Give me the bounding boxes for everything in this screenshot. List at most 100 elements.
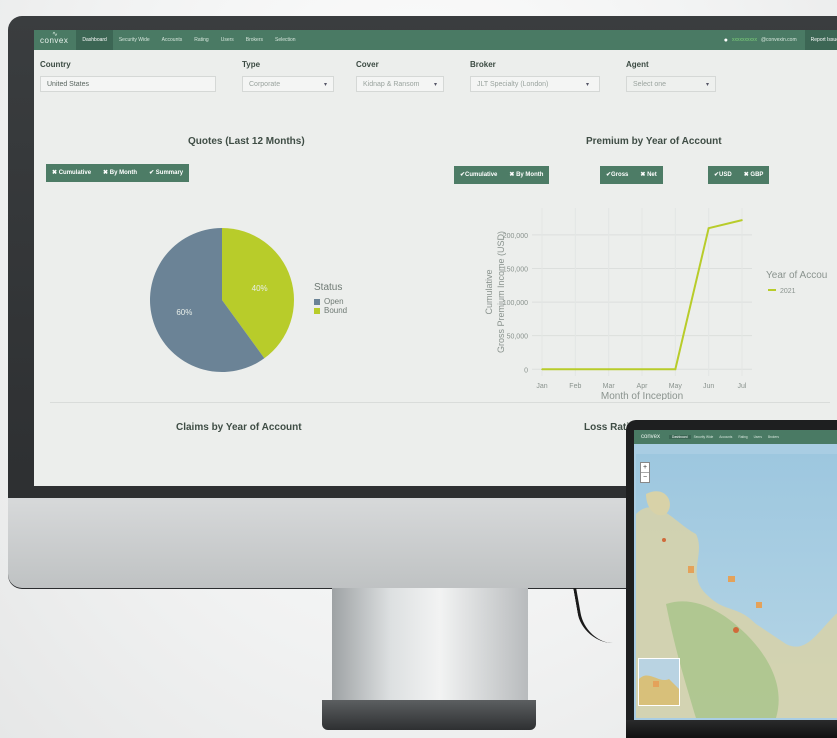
nav-menu: Dashboard Security Wide Accounts Rating … xyxy=(76,30,301,50)
close-icon: ✖ xyxy=(743,172,749,178)
laptop: convex Dashboard Security Wide Accounts … xyxy=(626,420,837,738)
quotes-button-group: ✖ Cumulative ✖ By Month ✔ Summary xyxy=(46,164,190,182)
laptop-screen: convex Dashboard Security Wide Accounts … xyxy=(634,430,837,720)
series-point xyxy=(707,227,710,229)
laptop-nav-security-wide[interactable]: Security Wide xyxy=(691,435,717,439)
open-legend-label: Open xyxy=(324,297,344,306)
gbp-toggle[interactable]: ✖ GBP xyxy=(738,166,770,184)
agent-label: Agent xyxy=(626,60,649,69)
cover-label: Cover xyxy=(356,60,379,69)
type-select[interactable]: Corporate ▾ xyxy=(242,76,334,92)
x-tick-label: Jun xyxy=(703,383,714,390)
y-axis-title-line1: Cumulative xyxy=(484,269,494,314)
x-tick-label: Jul xyxy=(738,383,747,390)
x-tick-label: Jan xyxy=(536,383,547,390)
y-tick-label: 200,000 xyxy=(503,233,528,240)
nav-item-selection[interactable]: Selection xyxy=(269,30,302,50)
premium-line-chart: 0 50,000 100,000 150,000 200,000 Jan Feb Mar Apr… xyxy=(484,208,827,400)
legend-label-2021: 2021 xyxy=(780,288,796,295)
nav-item-accounts[interactable]: Accounts xyxy=(156,30,189,50)
broker-value: JLT Specialty (London) xyxy=(477,81,549,88)
section-divider xyxy=(50,402,830,403)
quotes-title: Quotes (Last 12 Months) xyxy=(188,136,305,147)
loss-ratio-title: Loss Rati xyxy=(584,422,630,433)
net-toggle[interactable]: ✖ Net xyxy=(634,166,662,184)
close-icon: ✖ xyxy=(52,170,58,176)
x-axis-title: Month of Inception xyxy=(601,391,683,400)
report-issue-button[interactable]: Report Issue xyxy=(804,30,837,50)
gross-toggle[interactable]: ✔Gross xyxy=(600,166,634,184)
premium-basis-group: ✔Cumulative ✖ By Month xyxy=(454,166,550,184)
nav-item-dashboard[interactable]: Dashboard xyxy=(76,30,113,50)
nav-item-brokers[interactable]: Brokers xyxy=(240,30,269,50)
y-tick-label: 150,000 xyxy=(503,266,528,273)
series-point xyxy=(541,368,543,371)
zoom-in-button[interactable]: + xyxy=(641,463,649,472)
laptop-navbar: convex Dashboard Security Wide Accounts … xyxy=(634,430,837,444)
zoom-out-button[interactable]: − xyxy=(641,472,649,482)
navbar: convex ∿ Dashboard Security Wide Account… xyxy=(34,30,837,50)
logo[interactable]: convex ∿ xyxy=(40,31,68,45)
monitor-screen: convex ∿ Dashboard Security Wide Account… xyxy=(34,30,837,486)
laptop-nav-brokers[interactable]: Brokers xyxy=(765,435,782,439)
series-point xyxy=(741,219,743,221)
x-tick-label: Mar xyxy=(603,383,616,390)
laptop-nav-accounts[interactable]: Accounts xyxy=(716,435,735,439)
user-domain: @convexin.com xyxy=(760,37,797,43)
close-icon: ✖ xyxy=(640,172,646,178)
y-tick-label: 0 xyxy=(524,367,528,374)
usd-toggle[interactable]: ✔USD xyxy=(708,166,738,184)
open-swatch xyxy=(314,298,320,305)
premium-cumulative-label: Cumulative xyxy=(465,172,498,178)
nav-item-users[interactable]: Users xyxy=(215,30,240,50)
bound-swatch xyxy=(314,307,320,314)
y-axis-title-line2: Gross Premium Income (USD) xyxy=(496,231,506,353)
summary-toggle[interactable]: ✔ Summary xyxy=(143,164,189,182)
broker-select[interactable]: JLT Specialty (London) ▾ xyxy=(470,76,600,92)
laptop-nav-users[interactable]: Users xyxy=(751,435,765,439)
by-month-label: By Month xyxy=(109,170,138,176)
laptop-nav-dashboard[interactable]: Dashboard xyxy=(669,435,691,439)
country-label: Country xyxy=(40,60,71,69)
monitor-stand xyxy=(332,588,528,708)
cable xyxy=(573,588,616,643)
chevron-down-icon: ▾ xyxy=(323,82,327,88)
logo-swirl-icon: ∿ xyxy=(52,30,59,38)
by-month-toggle[interactable]: ✖ By Month xyxy=(97,164,143,182)
laptop-nav-rating[interactable]: Rating xyxy=(735,435,750,439)
x-tick-label: Feb xyxy=(569,383,581,390)
inset-map-image xyxy=(639,675,679,705)
chevron-down-icon: ▾ xyxy=(705,82,709,88)
cumulative-toggle[interactable]: ✖ Cumulative xyxy=(46,164,97,182)
summary-label: Summary xyxy=(155,170,184,176)
series-point xyxy=(641,368,643,371)
pie-legend-title: Status xyxy=(314,282,343,293)
x-tick-label: May xyxy=(669,383,683,390)
usd-label: USD xyxy=(719,172,732,178)
quotes-pie-chart: 40% 60% xyxy=(149,228,294,372)
nav-item-rating[interactable]: Rating xyxy=(188,30,214,50)
line-legend-title: Year of Accou xyxy=(766,270,827,281)
bound-legend-label: Bound xyxy=(324,306,348,315)
cover-select[interactable]: Kidnap & Ransom ▾ xyxy=(356,76,444,92)
broker-label: Broker xyxy=(470,60,496,69)
laptop-logo[interactable]: convex xyxy=(638,434,663,440)
type-label: Type xyxy=(242,60,261,69)
gbp-label: GBP xyxy=(750,172,764,178)
nav-item-security-wide[interactable]: Security Wide xyxy=(113,30,156,50)
net-label: Net xyxy=(647,172,657,178)
agent-select[interactable]: Select one ▾ xyxy=(626,76,716,92)
pie-slice-label: 40% xyxy=(252,284,268,293)
map-zoom-control: + − xyxy=(640,462,650,483)
map-inset xyxy=(638,658,680,706)
pie-legend-bound: Bound xyxy=(314,306,347,315)
cumulative-label: Cumulative xyxy=(58,170,92,176)
country-input[interactable]: United States xyxy=(40,76,216,92)
premium-by-month-toggle[interactable]: ✖ By Month xyxy=(503,166,549,184)
user-email[interactable]: xxxxxxxxxx xyxy=(732,37,757,43)
gross-label: Gross xyxy=(611,172,629,178)
laptop-base xyxy=(626,720,837,738)
monitor-stand-base xyxy=(322,700,536,730)
close-icon: ✖ xyxy=(509,172,515,178)
premium-cumulative-toggle[interactable]: ✔Cumulative xyxy=(454,166,503,184)
